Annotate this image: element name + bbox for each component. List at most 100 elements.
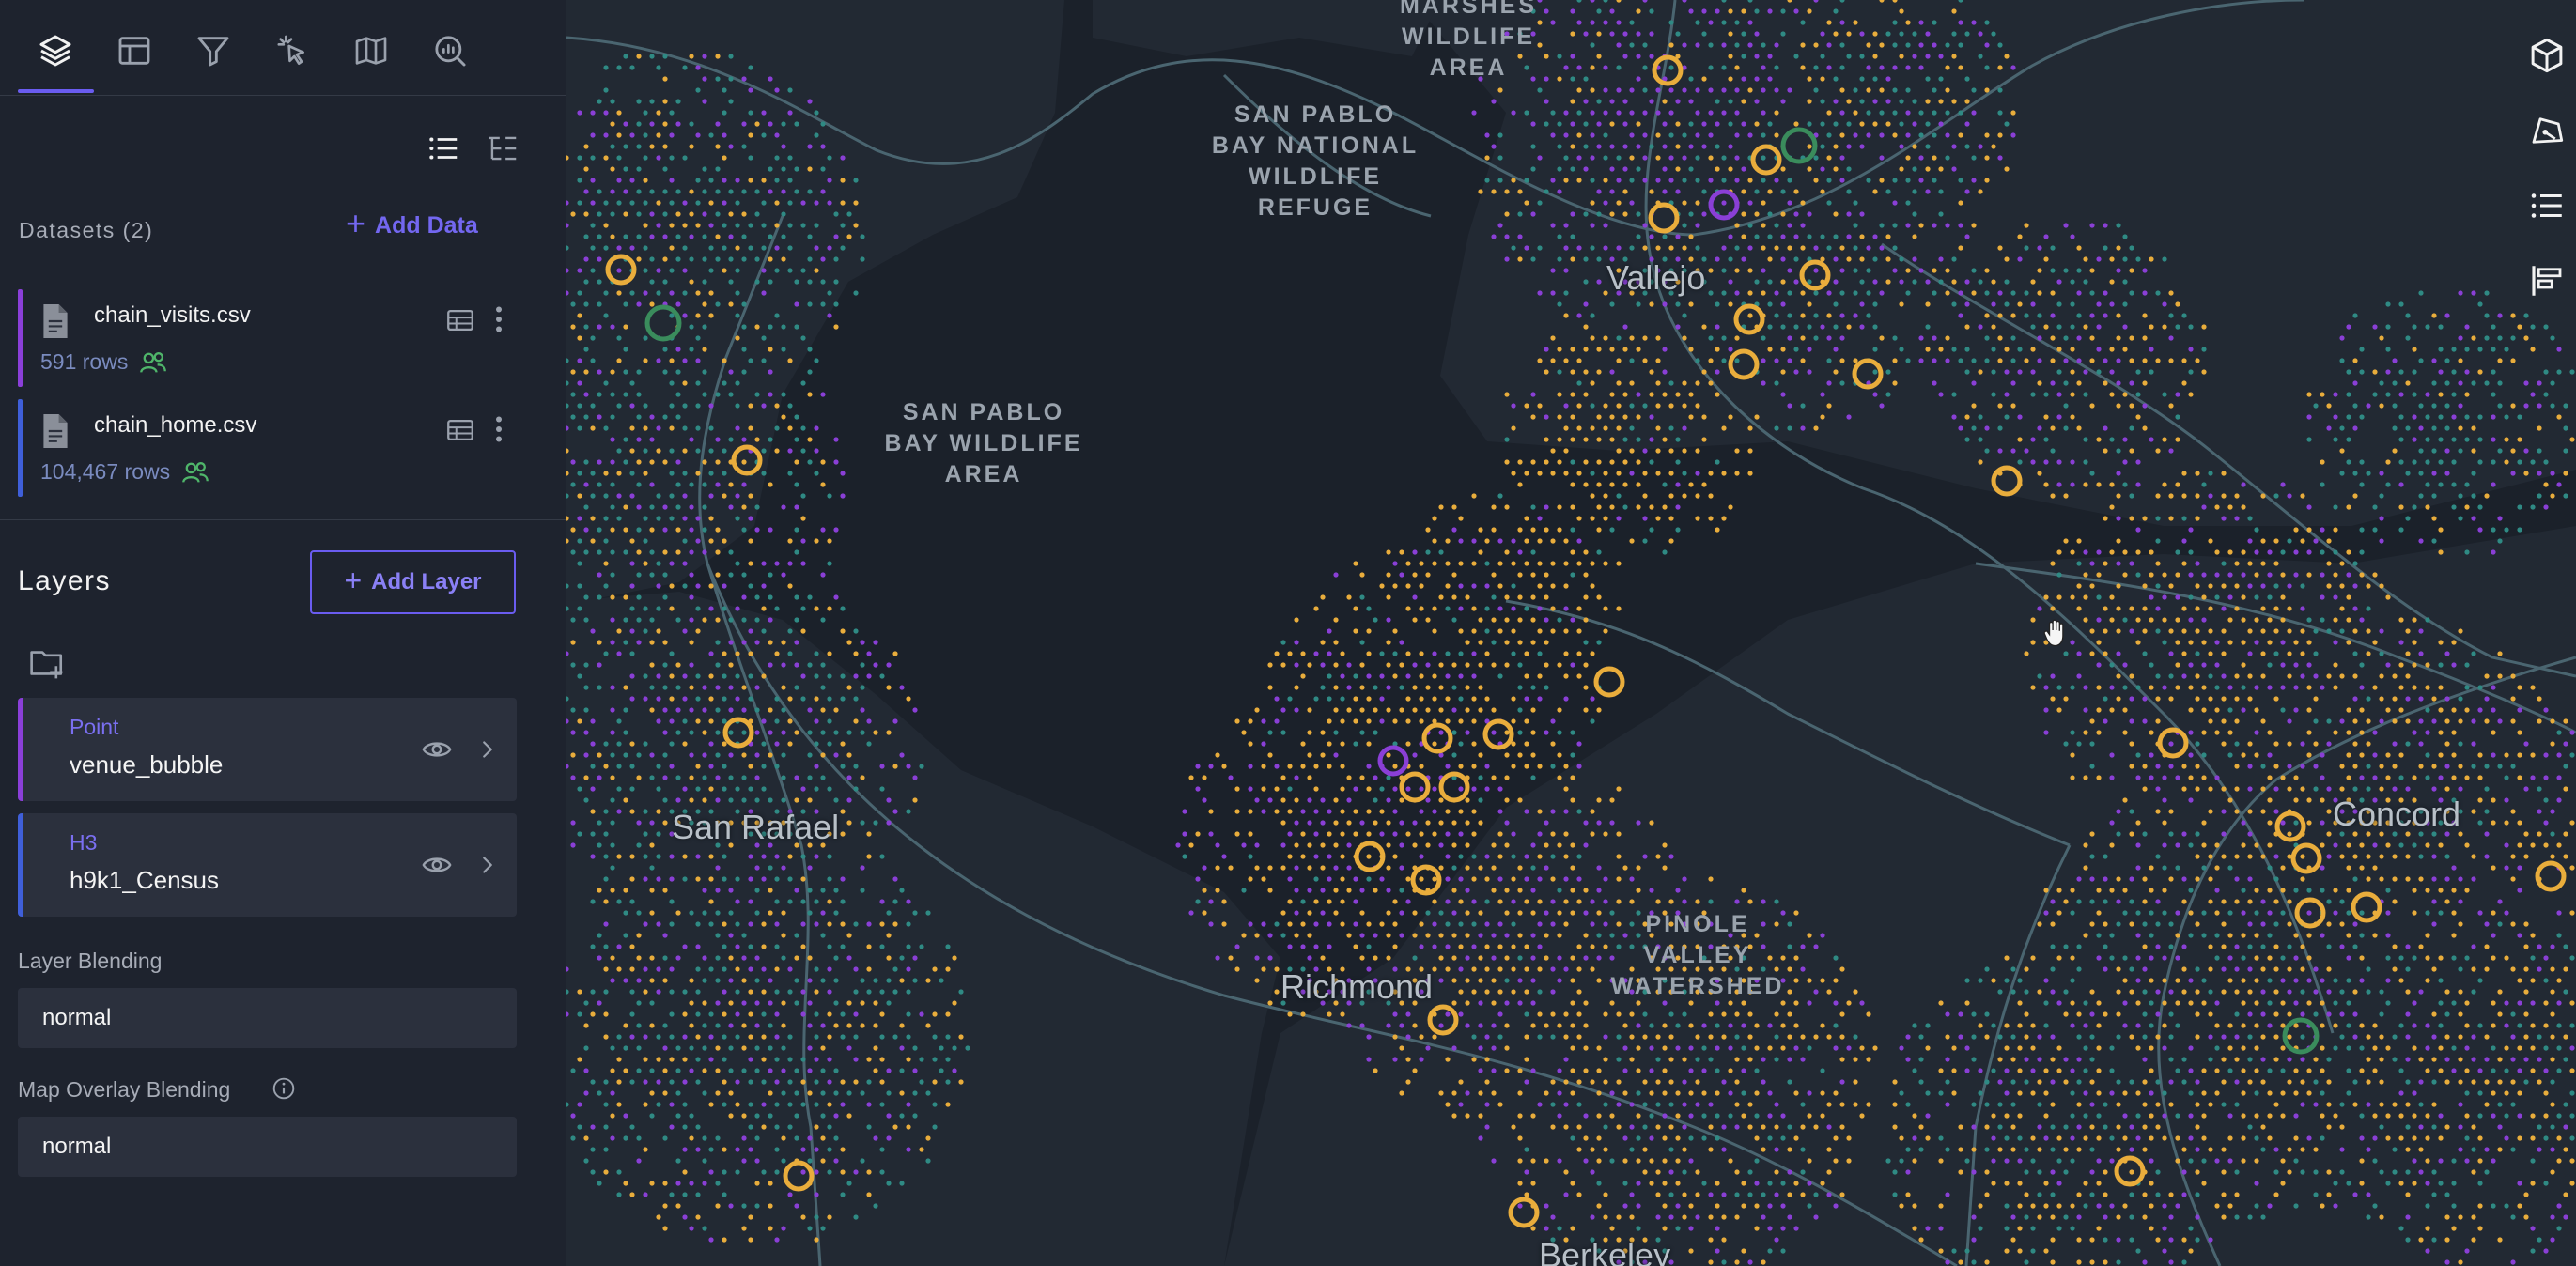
table-icon[interactable] [444, 414, 476, 446]
h3-hex-dot [2431, 538, 2437, 544]
layer-blending-select[interactable]: normal [18, 988, 517, 1048]
h3-hex-dot [1550, 223, 1556, 228]
h3-hex-dot [1373, 730, 1378, 735]
h3-hex-dot [1405, 741, 1411, 747]
map-svg[interactable] [566, 0, 2576, 1266]
eye-icon[interactable] [421, 849, 453, 881]
tab-map-style[interactable] [347, 26, 396, 75]
h3-hex-dot [2063, 380, 2069, 386]
layer-card-h9k1-census[interactable]: H3 h9k1_Census [18, 813, 517, 917]
h3-hex-dot [2267, 752, 2273, 758]
h3-hex-dot [1603, 245, 1608, 251]
h3-hex-dot [2543, 978, 2549, 983]
h3-hex-dot [2339, 583, 2345, 589]
h3-hex-dot [912, 775, 918, 780]
h3-hex-dot [1405, 786, 1411, 792]
h3-hex-dot [702, 256, 707, 262]
h3-hex-dot [2188, 617, 2194, 623]
tab-layers[interactable] [31, 26, 80, 75]
h3-hex-dot [833, 797, 839, 803]
h3-hex-dot [1386, 549, 1391, 555]
h3-hex-dot [2306, 549, 2312, 555]
map-canvas[interactable]: MARSHES WILDLIFE AREA SAN PABLO BAY NATI… [566, 0, 2576, 1266]
h3-hex-dot [2241, 707, 2246, 713]
h3-hex-dot [2188, 685, 2194, 690]
dataset-item[interactable]: chain_visits.csv 591 rows [18, 289, 525, 387]
h3-hex-dot [623, 324, 628, 330]
h3-hex-dot [1530, 640, 1536, 645]
h3-hex-dot [610, 978, 615, 983]
tab-interactions[interactable] [268, 26, 317, 75]
info-icon[interactable] [272, 1076, 296, 1101]
h3-hex-dot [590, 831, 596, 837]
overlay-blending-select[interactable]: normal [18, 1117, 517, 1177]
h3-hex-dot [2352, 606, 2358, 611]
h3-hex-dot [945, 944, 951, 950]
h3-hex-dot [1419, 944, 1424, 950]
h3-hex-dot [807, 594, 813, 600]
layer-card-venue-bubble[interactable]: Point venue_bubble [18, 698, 517, 801]
h3-hex-dot [1333, 662, 1339, 668]
h3-hex-dot [643, 561, 648, 566]
h3-hex-dot [2398, 482, 2404, 487]
h3-hex-dot [643, 606, 648, 611]
h3-hex-dot [2550, 741, 2555, 747]
dataset-item[interactable]: chain_home.csv 104,467 rows [18, 399, 525, 497]
table-icon[interactable] [444, 304, 476, 336]
h3-hex-dot [1925, 121, 1931, 127]
h3-hex-dot [1774, 425, 1779, 431]
h3-hex-dot [2175, 685, 2180, 690]
chevron-right-icon[interactable] [473, 733, 502, 765]
h3-hex-dot [1484, 899, 1490, 904]
h3-hex-dot [2227, 752, 2233, 758]
h3-hex-dot [1629, 403, 1635, 409]
h3-hex-dot [2425, 504, 2430, 510]
more-options-icon[interactable] [491, 302, 506, 336]
h3-hex-dot [702, 617, 707, 623]
h3-hex-dot [866, 831, 872, 837]
h3-hex-dot [1451, 662, 1457, 668]
h3-hex-dot [1655, 155, 1661, 161]
h3-hex-dot [695, 673, 701, 679]
h3-hex-dot [1826, 290, 1832, 296]
h3-hex-dot [649, 752, 655, 758]
add-layer-label: Add Layer [371, 569, 482, 594]
h3-hex-dot [741, 211, 747, 217]
h3-hex-dot [1655, 516, 1661, 521]
tab-analysis[interactable] [426, 26, 474, 75]
more-options-icon[interactable] [491, 412, 506, 446]
h3-hex-dot [1978, 437, 1983, 442]
h3-hex-dot [2056, 955, 2062, 961]
h3-hex-dot [1971, 110, 1977, 116]
h3-hex-dot [1280, 797, 1286, 803]
h3-hex-dot [800, 200, 806, 206]
h3-hex-dot [603, 651, 609, 656]
h3-hex-dot [1287, 764, 1293, 769]
add-folder-icon[interactable] [28, 646, 66, 680]
h3-hex-dot [1800, 313, 1806, 318]
tab-filters[interactable] [189, 26, 238, 75]
h3-hex-dot [1918, 42, 1924, 48]
h3-hex-dot [2004, 256, 2010, 262]
h3-hex-dot [2425, 775, 2430, 780]
h3-hex-dot [2530, 955, 2536, 961]
tab-base-map[interactable] [110, 26, 159, 75]
h3-hex-dot [1609, 482, 1615, 487]
eye-icon[interactable] [421, 733, 453, 765]
h3-hex-dot [1892, 268, 1898, 273]
h3-hex-dot [2162, 978, 2167, 983]
h3-hex-dot [708, 741, 714, 747]
h3-hex-dot [1609, 99, 1615, 104]
h3-hex-dot [1616, 854, 1622, 859]
h3-hex-dot [1445, 561, 1451, 566]
h3-hex-dot [1221, 854, 1227, 859]
h3-hex-dot [1563, 425, 1569, 431]
list-view-toggle[interactable] [423, 128, 464, 169]
h3-hex-dot [2563, 831, 2568, 837]
tree-view-toggle[interactable] [482, 128, 523, 169]
add-data-button[interactable]: + Add Data [346, 207, 478, 240]
chevron-right-icon[interactable] [473, 849, 502, 881]
h3-hex-dot [2214, 888, 2220, 893]
add-layer-button[interactable]: + Add Layer [310, 550, 516, 614]
h3-hex-dot [2142, 606, 2148, 611]
